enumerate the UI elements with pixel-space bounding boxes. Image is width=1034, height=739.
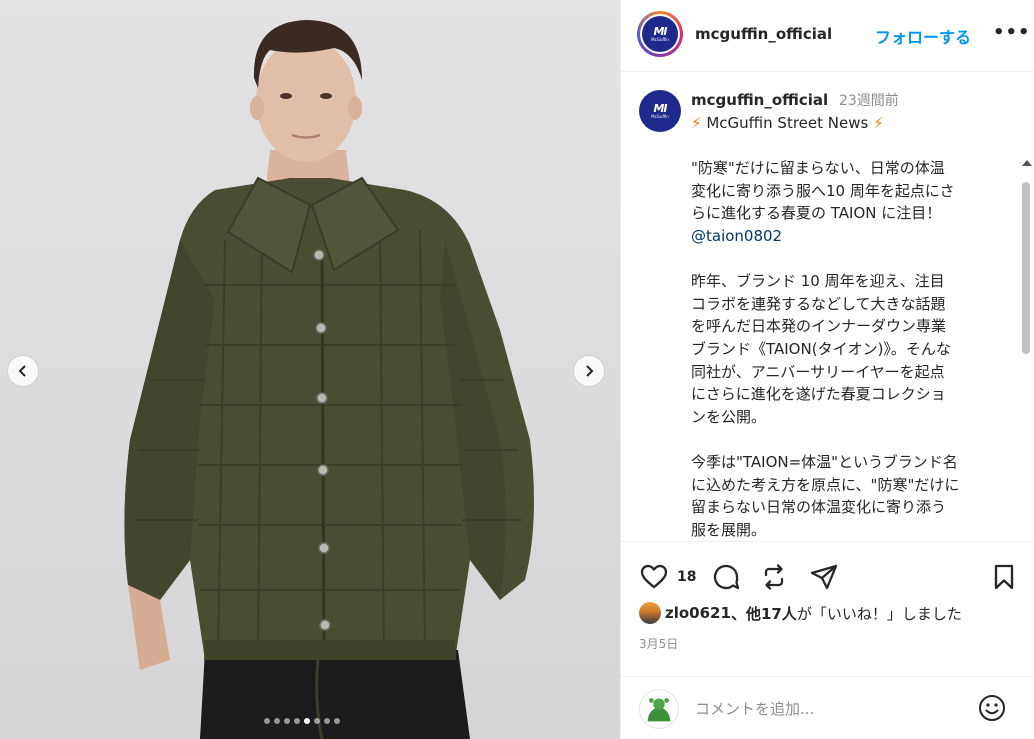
chevron-right-icon [586,365,594,377]
caption-time[interactable]: 23週間前 [839,93,899,109]
caption-line: に込めた考え方を原点に、"防寒"だけに [691,475,960,494]
repost-icon[interactable] [759,562,789,592]
caption-scrollbar[interactable] [1019,156,1033,541]
caption-line: にさらに進化を遂げた春夏コレクショ [691,385,946,404]
slide-dot [294,718,300,724]
caption-header: mcguffin_official 23週間前 [691,90,899,110]
caption-line: 今季は"TAION=体温"というブランド名 [691,452,958,471]
comment-icon[interactable] [711,562,741,592]
scroll-up-arrow-icon[interactable] [1022,160,1032,166]
liker-others[interactable]: 、他17人 [731,603,797,624]
caption-paragraph-2: 昨年、ブランド 10 周年を迎え、注目 コラボを連発するなどして大きな話題 を呼んだ… [691,270,1001,428]
slide-dot [274,718,280,724]
caption-line: ンを公開。 [691,407,767,426]
slide-indicator [264,718,340,724]
liked-by-line: zlo0621 、他17人 が「いいね！」しました [639,602,962,624]
news-title-line: ⚡ McGuffin Street News ⚡ [691,112,1001,135]
caption-line: 留まらない日常の体温変化に寄り添う [691,498,947,517]
caption-text: ⚡ McGuffin Street News ⚡ "防寒"だけに留まらない、日常… [691,112,1001,541]
caption-line: らに進化する春夏の TAION に注目！ [691,204,942,223]
slide-dot [314,718,320,724]
emoji-icon[interactable] [977,693,1007,723]
post-date[interactable]: 3月5日 [639,635,678,652]
more-options-button[interactable]: ••• [993,22,1031,43]
caption-line: 変化に寄り添う服へ10 周年を起点にさ [691,181,955,200]
news-title: McGuffin Street News [706,114,869,132]
slide-dot [324,718,330,724]
product-photo [124,20,534,739]
caption-paragraph-3: 今季は"TAION=体温"というブランド名 に込めた考え方を原点に、"防寒"だけに… [691,451,1001,541]
mention-link[interactable]: @taion0802 [691,227,782,245]
header-username[interactable]: mcguffin_official [695,25,832,43]
caption-line: 昨年、ブランド 10 周年を迎え、注目 [691,272,945,291]
caption-paragraph-1: "防寒"だけに留まらない、日常の体温 変化に寄り添う服へ10 周年を起点にさ らに進… [691,157,1001,225]
caption-username[interactable]: mcguffin_official [691,91,828,109]
caption-line: を呼んだ日本発のインナーダウン専業 [691,317,947,336]
slide-dot [284,718,290,724]
caption-line: コラボを連発するなどして大きな話題 [691,294,946,313]
slide-dot [304,718,310,724]
liker-avatar[interactable] [639,602,661,624]
caption-line: ブランド《TAION(タイオン)》。そんな [691,339,951,358]
liker-username[interactable]: zlo0621 [665,604,731,622]
comment-composer [621,676,1034,739]
caption-line: 服を展開。 [691,520,767,539]
chevron-left-icon [18,365,26,377]
post-dialog: MI McGuffin mcguffin_official フォローする •••… [0,0,1034,739]
next-slide-button[interactable] [574,356,604,386]
caption-avatar[interactable]: MI McGuffin [639,90,681,132]
previous-slide-button[interactable] [8,356,38,386]
follow-button[interactable]: フォローする [875,24,971,48]
bookmark-icon[interactable] [989,562,1019,592]
caption-area[interactable]: MI McGuffin mcguffin_official 23週間前 ⚡ Mc… [621,73,1034,541]
send-icon[interactable] [809,562,839,592]
post-header: MI McGuffin mcguffin_official フォローする ••• [621,0,1034,72]
user-avatar [639,689,679,729]
like-count[interactable]: 18 [677,569,696,585]
lightning-icon: ⚡ [691,114,702,132]
comment-input[interactable] [695,697,965,721]
lightning-icon: ⚡ [873,114,884,132]
scroll-thumb[interactable] [1022,182,1030,354]
post-side-panel: MI McGuffin mcguffin_official フォローする •••… [620,0,1034,739]
slide-dot [334,718,340,724]
liked-by-suffix: が「いいね！」しました [796,604,962,623]
profile-avatar[interactable]: MI McGuffin [637,11,683,57]
brand-logo-icon: MI McGuffin [642,16,678,52]
caption-line: "防寒"だけに留まらない、日常の体温 [691,159,945,178]
caption-line: 同社が、アニバーサリーイヤーを起点 [691,362,945,381]
heart-icon[interactable] [639,562,669,592]
slide-dot [264,718,270,724]
post-media[interactable] [0,0,620,739]
